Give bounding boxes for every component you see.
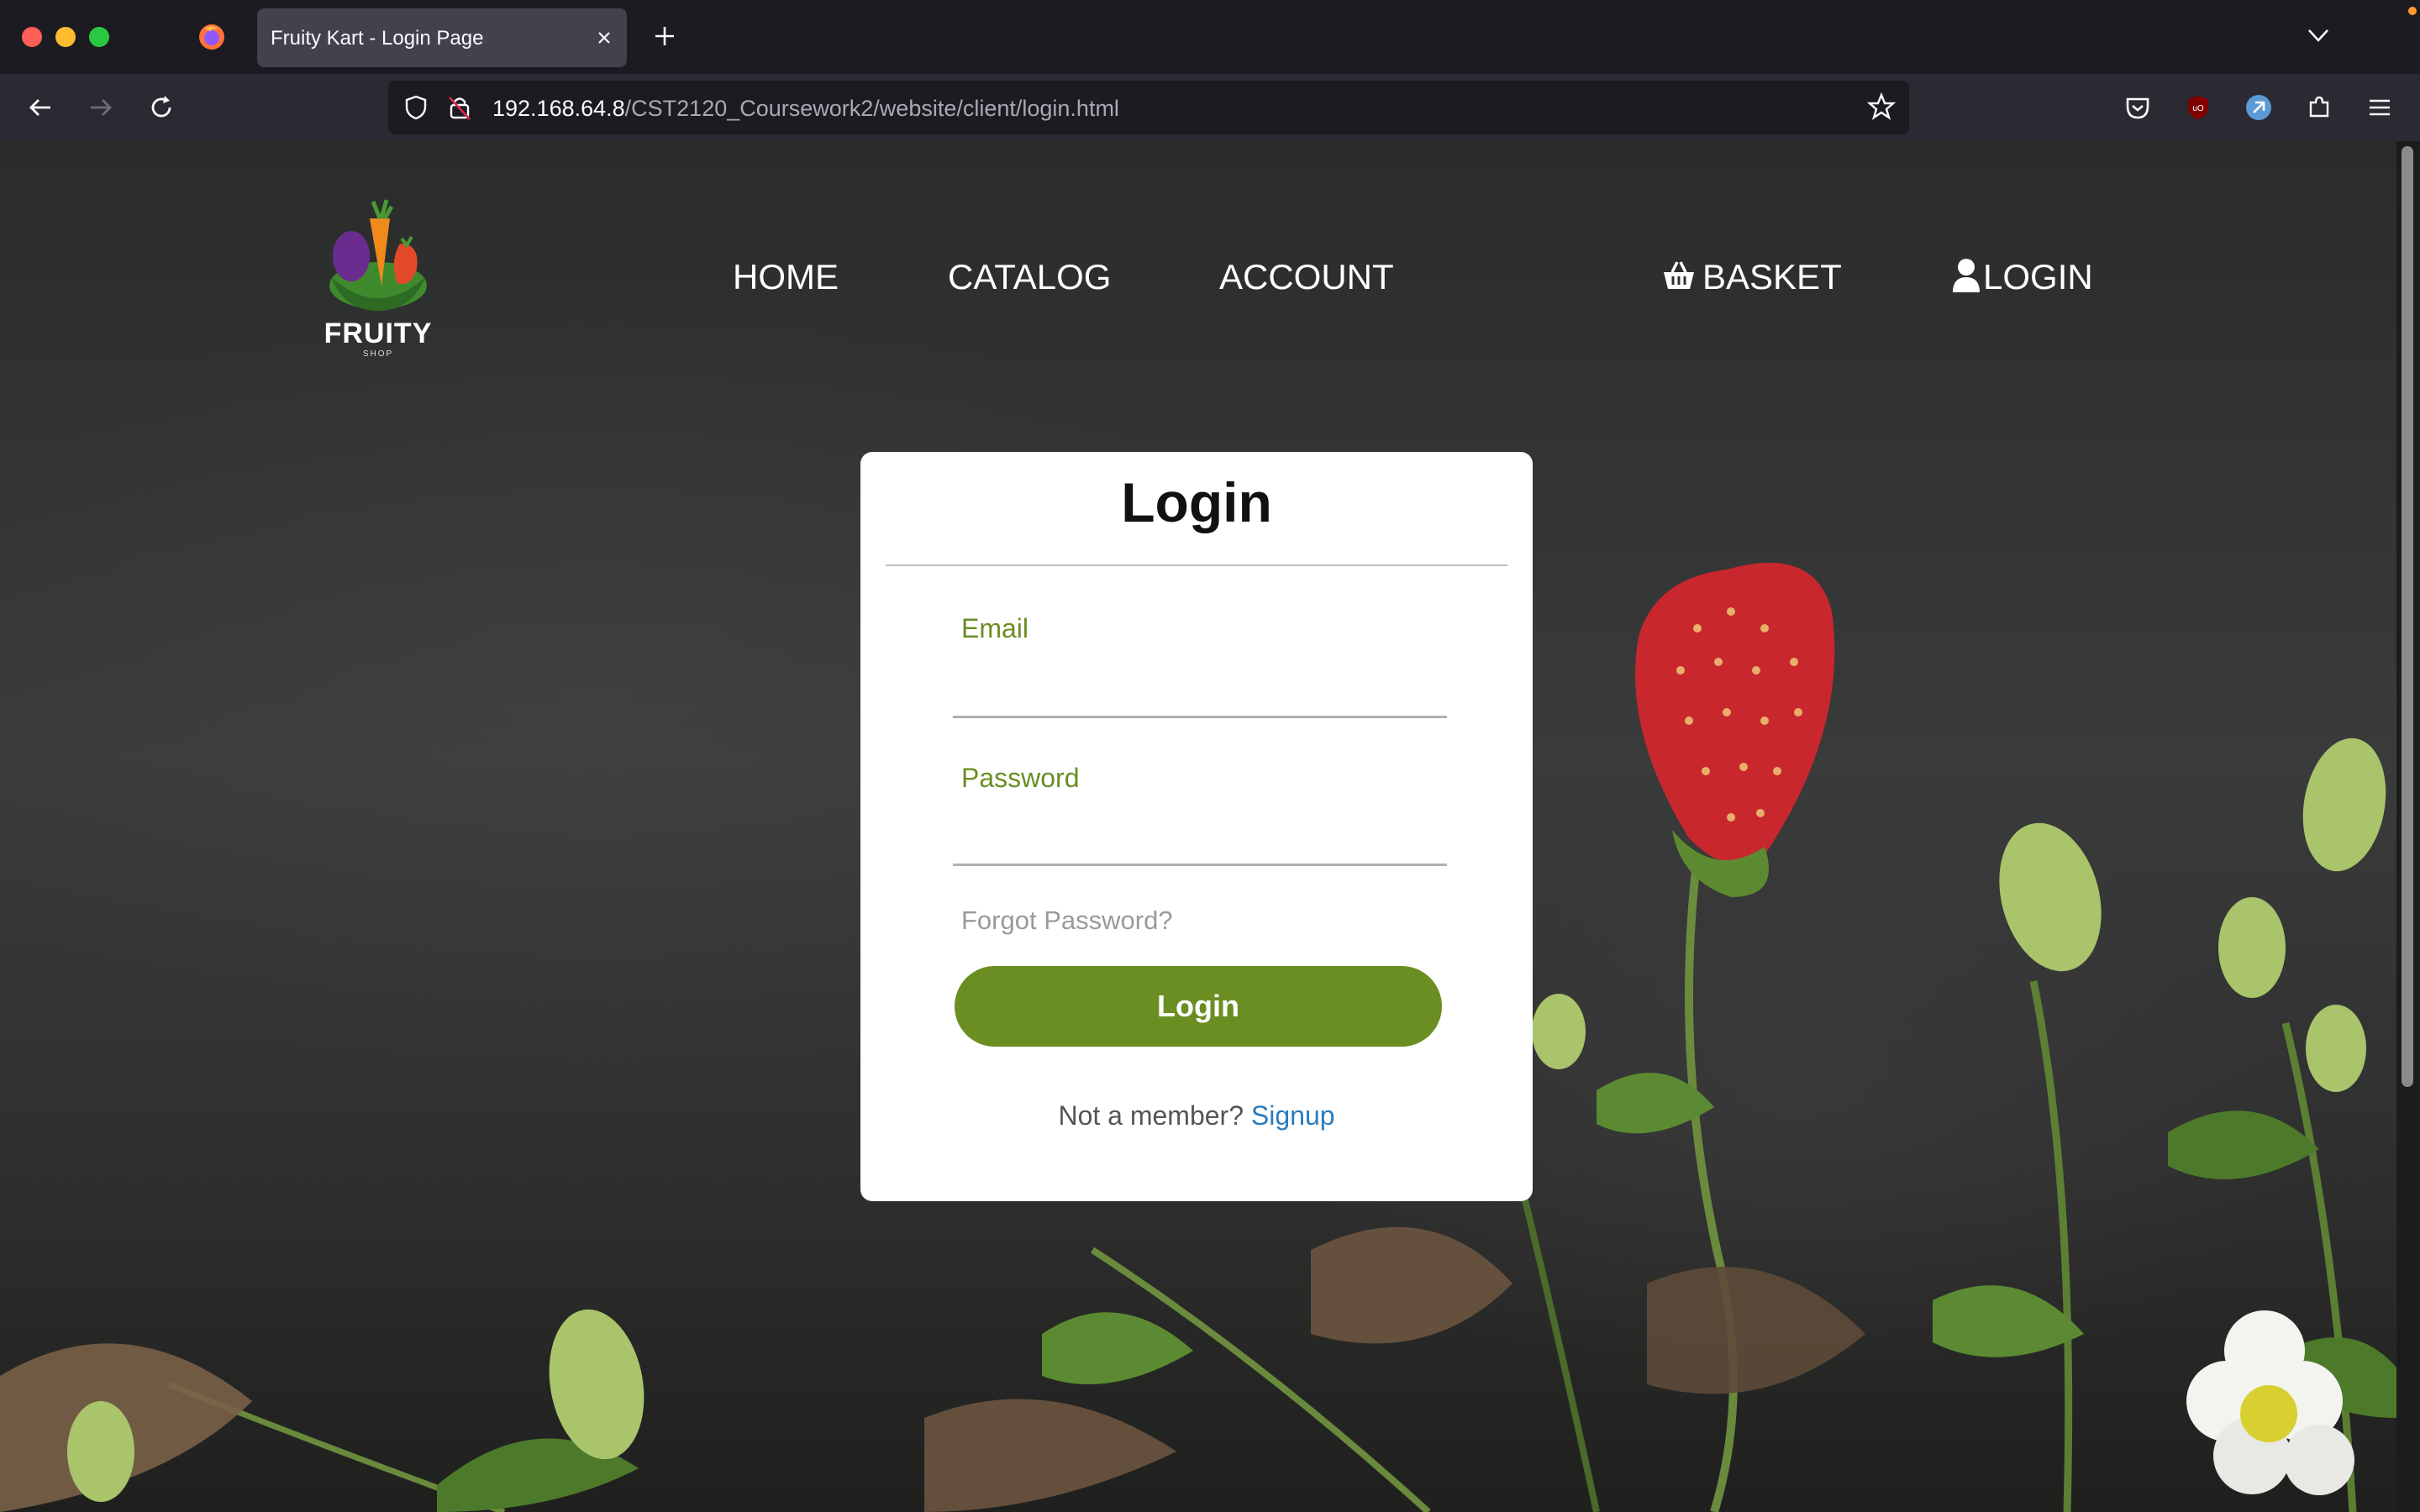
minimize-window-button[interactable]	[55, 27, 76, 47]
member-prompt-text: Not a member?	[1058, 1100, 1244, 1131]
nav-home[interactable]: HOME	[733, 257, 839, 297]
notification-dot	[2408, 7, 2417, 15]
insecure-lock-icon[interactable]	[447, 94, 472, 121]
basket-icon	[1664, 261, 1694, 289]
signup-prompt: Not a member? Signup	[860, 1100, 1533, 1131]
signup-link[interactable]: Signup	[1251, 1100, 1335, 1131]
email-label: Email	[961, 613, 1029, 643]
forgot-password-link[interactable]: Forgot Password?	[961, 906, 1173, 936]
maximize-window-button[interactable]	[89, 27, 109, 47]
menu-hamburger-icon[interactable]	[2365, 92, 2395, 123]
shield-icon[interactable]	[403, 94, 429, 121]
fruit-basket-logo-icon	[329, 199, 427, 311]
url-path: /CST2120_Coursework2/website/client/logi…	[624, 96, 1119, 121]
new-tab-icon[interactable]	[652, 24, 677, 49]
extension-blue-icon[interactable]	[2244, 92, 2274, 123]
login-card: Login Email Password Forgot Password? Lo…	[860, 452, 1533, 1201]
fruity-shop-logo[interactable]: FRUITY SHOP	[319, 185, 437, 361]
site-header: FRUITY SHOP HOME CATALOG ACCOUNT BASKET …	[0, 141, 2396, 393]
back-arrow-icon[interactable]	[25, 92, 55, 123]
user-icon	[1953, 259, 1980, 292]
nav-basket-label: BASKET	[1702, 257, 1842, 297]
extensions-puzzle-icon[interactable]	[2304, 92, 2334, 123]
tab-title: Fruity Kart - Login Page	[271, 27, 484, 50]
address-bar[interactable]: 192.168.64.8/CST2120_Coursework2/website…	[388, 81, 1909, 134]
nav-login-label: LOGIN	[1983, 257, 2093, 297]
close-icon[interactable]	[595, 29, 613, 47]
reload-icon[interactable]	[146, 92, 176, 123]
close-window-button[interactable]	[22, 27, 42, 47]
bookmark-star-icon[interactable]	[1867, 92, 1896, 121]
password-label: Password	[961, 763, 1080, 793]
title-divider	[886, 564, 1507, 566]
forward-arrow-icon[interactable]	[86, 92, 116, 123]
nav-account[interactable]: ACCOUNT	[1219, 257, 1394, 297]
page-background: FRUITY SHOP HOME CATALOG ACCOUNT BASKET …	[0, 141, 2396, 1512]
svg-text:uO: uO	[2192, 104, 2204, 113]
logo-text: FRUITY	[324, 318, 433, 349]
browser-tab-bar: Fruity Kart - Login Page	[0, 0, 2420, 74]
ublock-icon[interactable]: uO	[2183, 92, 2213, 123]
tab-active[interactable]: Fruity Kart - Login Page	[257, 8, 627, 67]
url-text[interactable]: 192.168.64.8/CST2120_Coursework2/website…	[492, 96, 1119, 122]
firefox-view-icon[interactable]	[197, 22, 227, 52]
scrollbar-thumb[interactable]	[2402, 146, 2413, 1087]
nav-login[interactable]: LOGIN	[1951, 257, 2093, 297]
nav-basket[interactable]: BASKET	[1660, 257, 1842, 297]
login-title: Login	[1121, 471, 1272, 533]
email-field[interactable]	[953, 670, 1447, 718]
password-field[interactable]	[953, 818, 1447, 866]
login-submit-button[interactable]: Login	[955, 966, 1442, 1047]
logo-subtext: SHOP	[362, 349, 394, 359]
page-scrollbar[interactable]	[2396, 141, 2420, 1512]
nav-catalog[interactable]: CATALOG	[948, 257, 1111, 297]
pocket-icon[interactable]	[2123, 92, 2153, 123]
chevron-down-icon[interactable]	[2306, 25, 2331, 45]
url-host: 192.168.64.8	[492, 96, 625, 121]
browser-toolbar: 192.168.64.8/CST2120_Coursework2/website…	[0, 74, 2420, 141]
